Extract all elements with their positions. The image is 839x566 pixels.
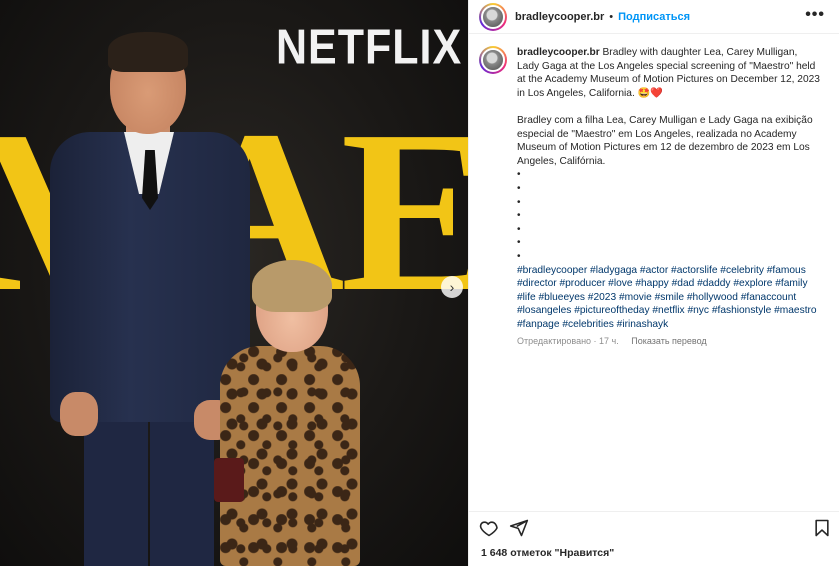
bullet: • (517, 210, 521, 222)
avatar-image (481, 4, 505, 29)
post-side-panel: bradleycooper.br • Подписаться ••• bradl… (468, 0, 839, 566)
post-actions-bar (469, 511, 839, 541)
bullet: • (517, 196, 521, 208)
edited-timestamp: Отредактировано · 17 ч. (517, 336, 619, 347)
caption-bullets: • • • • • • • (517, 168, 820, 263)
caption-english: bradleycooper.br Bradley with daughter L… (517, 46, 820, 100)
more-options-icon[interactable]: ••• (805, 6, 825, 24)
caption-meta: Отредактировано · 17 ч. Показать перевод (517, 335, 820, 349)
avatar-image (481, 48, 505, 72)
man-hand-left (60, 392, 98, 436)
caption-block: bradleycooper.br Bradley with daughter L… (469, 34, 839, 349)
show-translation-link[interactable]: Показать перевод (631, 336, 706, 346)
bullet: • (517, 182, 521, 194)
next-photo-button[interactable]: › (441, 276, 463, 298)
girl-hair (252, 260, 332, 312)
instagram-post: NETFLIX MAESTRO › bradleycooper.br • Под… (0, 0, 839, 566)
chevron-right-icon: › (449, 279, 455, 295)
girl-bag (214, 458, 244, 502)
netflix-logo-text: NETFLIX (276, 20, 463, 76)
heart-icon[interactable] (479, 518, 499, 538)
bookmark-icon[interactable] (812, 518, 832, 538)
caption-text: bradleycooper.br Bradley with daughter L… (517, 46, 820, 349)
caption-username-link[interactable]: bradleycooper.br (517, 47, 600, 58)
girl-dress (220, 346, 360, 566)
bullet: • (517, 169, 521, 181)
post-header: bradleycooper.br • Подписаться ••• (469, 0, 839, 34)
send-icon[interactable] (509, 518, 529, 538)
follow-button[interactable]: Подписаться (618, 11, 690, 23)
author-username-link[interactable]: bradleycooper.br (515, 11, 604, 23)
author-avatar[interactable] (479, 2, 507, 31)
bullet: • (517, 223, 521, 235)
bullet: • (517, 237, 521, 249)
caption-portuguese: Bradley com a filha Lea, Carey Mulligan … (517, 114, 813, 167)
caption-hashtags[interactable]: #bradleycooper #ladygaga #actor #actorsl… (517, 264, 820, 332)
caption-avatar[interactable] (479, 46, 507, 74)
man-hair (108, 32, 188, 72)
post-photo[interactable]: NETFLIX MAESTRO › (0, 0, 468, 566)
header-separator: • (609, 10, 614, 23)
bullet: • (517, 250, 521, 262)
likes-count[interactable]: 1 648 отметок "Нравится" (481, 547, 614, 559)
